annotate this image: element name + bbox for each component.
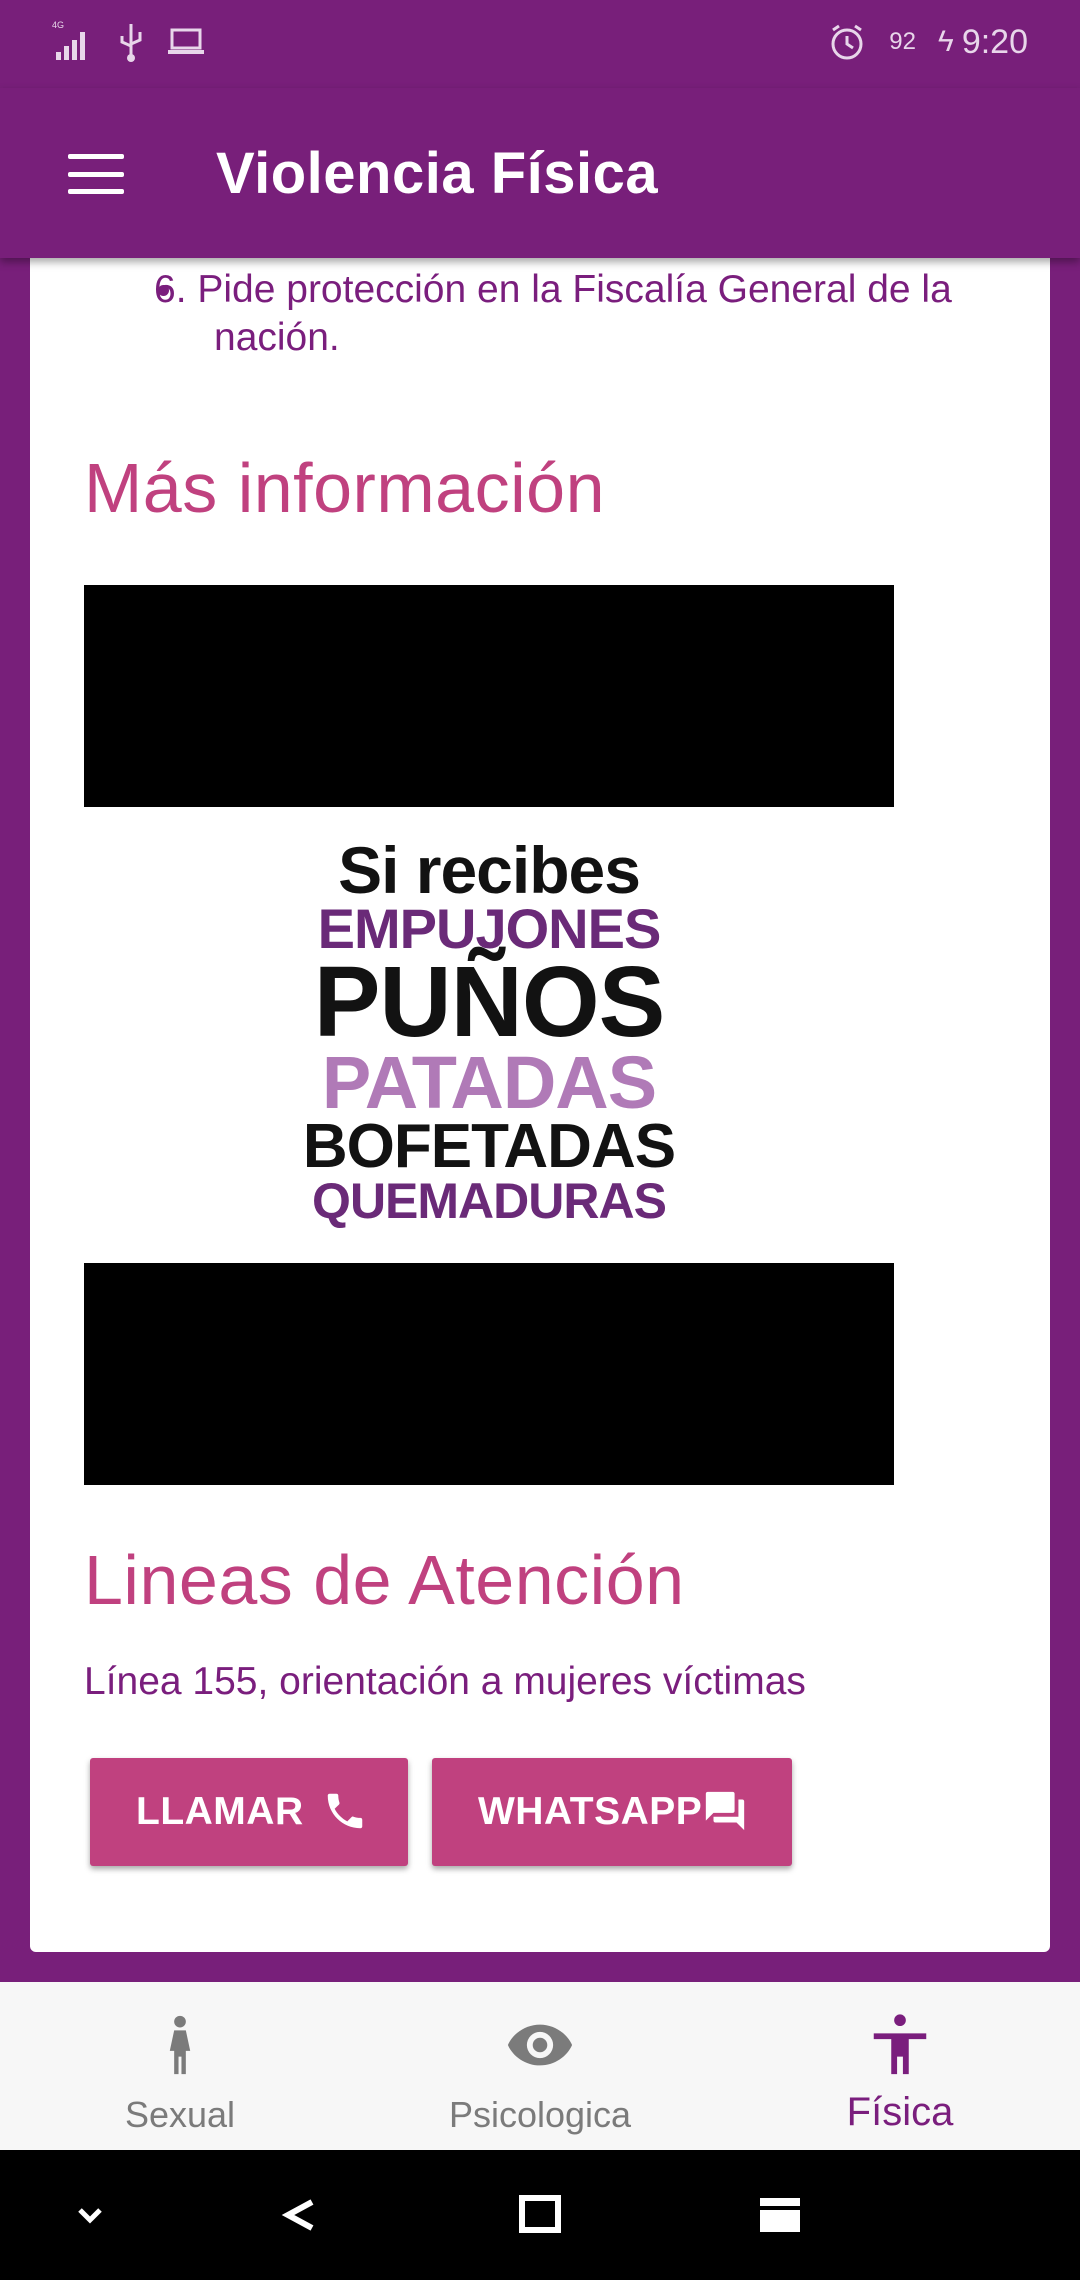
poster-text: Si recibes EMPUJONES PUÑOS PATADAS BOFET… xyxy=(84,833,894,1229)
poster-line-3: PUÑOS xyxy=(313,946,666,1058)
hotline-description: Línea 155, orientación a mujeres víctima… xyxy=(84,1660,806,1703)
chevron-down-icon[interactable] xyxy=(62,2190,118,2240)
chat-icon xyxy=(705,1791,745,1831)
bottom-navigation: Sexual Psicologica Física xyxy=(0,1982,1080,2150)
usb-icon xyxy=(120,24,142,62)
hotlines-title: Lineas de Atención xyxy=(84,1541,685,1619)
nav-label-psicologica: Psicologica xyxy=(448,2094,632,2135)
page-title: Violencia Física xyxy=(216,141,659,206)
whatsapp-button[interactable]: WHATSAPP xyxy=(432,1758,792,1866)
list-item-text: 6. Pide protección en la Fiscalía Genera… xyxy=(154,268,952,359)
back-icon[interactable] xyxy=(272,2190,328,2240)
woman-icon xyxy=(169,2015,191,2075)
poster-line-6: QUEMADURAS xyxy=(312,1173,667,1229)
accessibility-icon xyxy=(873,2014,927,2075)
charging-icon: ϟ xyxy=(937,25,954,58)
nav-item-fisica[interactable]: Física xyxy=(720,1982,1080,2150)
nav-item-sexual[interactable]: Sexual xyxy=(0,1982,360,2150)
nav-label-sexual: Sexual xyxy=(124,2094,236,2135)
info-poster-image: Si recibes EMPUJONES PUÑOS PATADAS BOFET… xyxy=(84,585,894,1485)
status-icons-right: 92 ϟ 9:20 xyxy=(827,22,1028,62)
phone-icon xyxy=(327,1793,363,1829)
nav-label-fisica: Física xyxy=(846,2090,954,2134)
alarm-icon xyxy=(831,24,863,60)
whatsapp-button-label: WHATSAPP xyxy=(478,1790,703,1833)
poster-top-band xyxy=(84,585,894,807)
eye-icon xyxy=(507,2024,573,2066)
app-bar: Violencia Física xyxy=(0,88,1080,258)
call-button[interactable]: LLAMAR xyxy=(90,1758,408,1866)
signal-icon: 4G xyxy=(52,20,85,60)
poster-line-5: BOFETADAS xyxy=(302,1112,676,1181)
status-bar: 4G 92 ϟ 9:20 xyxy=(0,0,1080,88)
content-card: 6. Pide protección en la Fiscalía Genera… xyxy=(30,258,1050,1952)
poster-line-1: Si recibes xyxy=(338,833,641,907)
laptop-icon xyxy=(168,28,204,54)
status-icons-left: 4G xyxy=(50,18,206,64)
system-navigation-bar xyxy=(0,2150,1080,2280)
list-item: 6. Pide protección en la Fiscalía Genera… xyxy=(154,266,1014,362)
battery-level: 92 xyxy=(889,28,916,55)
nav-item-psicologica[interactable]: Psicologica xyxy=(360,1982,720,2150)
svg-text:4G: 4G xyxy=(52,20,64,30)
home-icon[interactable] xyxy=(512,2190,568,2240)
poster-line-4: PATADAS xyxy=(321,1041,657,1124)
recents-icon[interactable] xyxy=(752,2190,808,2240)
more-info-title: Más información xyxy=(84,449,606,527)
menu-icon[interactable] xyxy=(68,154,124,194)
clock: 9:20 xyxy=(961,22,1028,61)
call-button-label: LLAMAR xyxy=(136,1790,304,1833)
poster-bottom-band xyxy=(84,1263,894,1485)
